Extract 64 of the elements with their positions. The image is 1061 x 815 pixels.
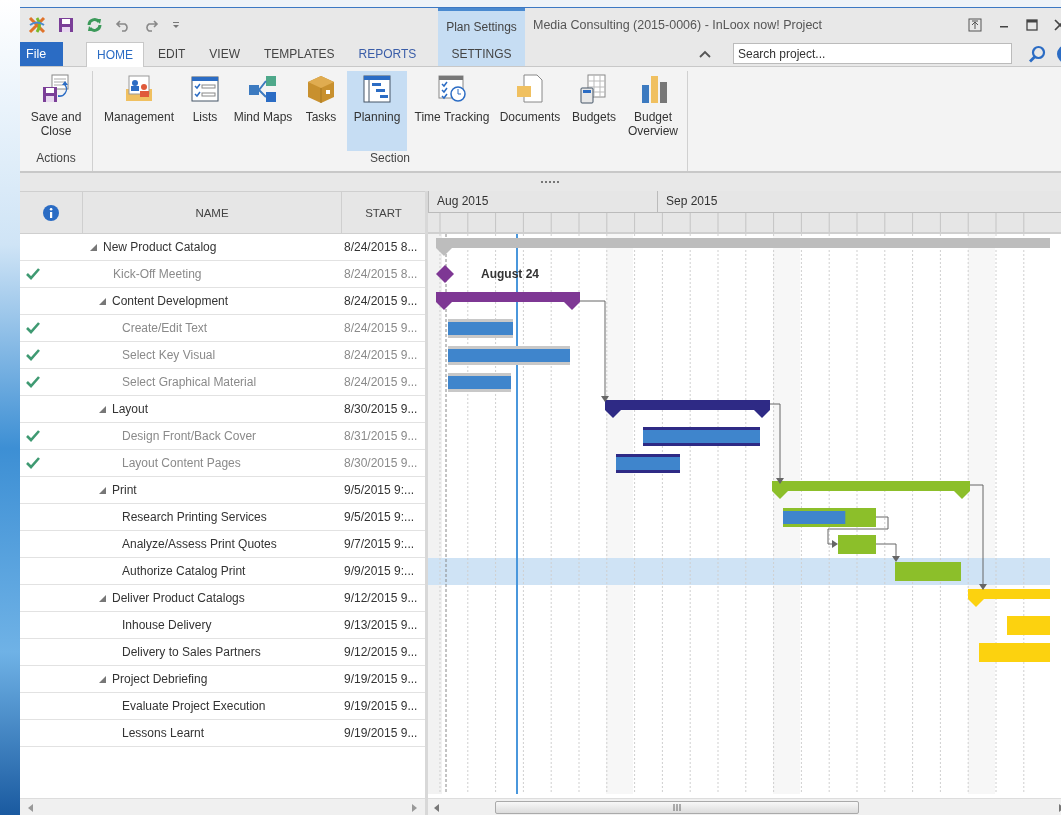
- window-title: Media Consulting (2015-0006) - InLoox now! Project: [533, 18, 824, 32]
- file-tab[interactable]: File: [20, 42, 63, 66]
- start-date: 9/13/2015 9...: [344, 618, 418, 632]
- task-name: Inhouse Delivery: [122, 618, 212, 632]
- ribbon-button[interactable]: Save and Close: [26, 71, 86, 151]
- task-name: Delivery to Sales Partners: [122, 645, 261, 659]
- ribbon-button[interactable]: Mind Maps: [231, 71, 295, 151]
- start-date: 9/7/2015 9:...: [344, 537, 415, 551]
- column-header[interactable]: NAME: [195, 206, 229, 219]
- task-name: Layout: [112, 402, 149, 416]
- task-name: Research Printing Services: [122, 510, 267, 524]
- ribbon-button[interactable]: Planning: [347, 71, 407, 151]
- task-name: Lessons Learnt: [122, 726, 205, 740]
- start-date: 9/12/2015 9...: [344, 591, 418, 605]
- task-name: Content Development: [112, 294, 229, 308]
- task-name: Kick-Off Meeting: [113, 267, 202, 281]
- group-label: Actions: [35, 151, 77, 165]
- start-date: 8/24/2015 8...: [344, 267, 418, 281]
- start-date: 8/24/2015 9...: [344, 294, 418, 308]
- task-name: Create/Edit Text: [122, 321, 208, 335]
- start-date: 9/19/2015 9...: [344, 672, 418, 686]
- search-field[interactable]: Search project...: [733, 43, 1012, 64]
- ribbon-button[interactable]: Budget Overview: [625, 71, 681, 151]
- task-name: Deliver Product Catalogs: [112, 591, 245, 605]
- ribbon-button[interactable]: Lists: [185, 71, 225, 151]
- ribbon-tab[interactable]: TEMPLATES: [254, 42, 345, 66]
- start-date: 9/5/2015 9:...: [344, 510, 415, 524]
- ribbon-tab[interactable]: SETTINGS: [438, 42, 525, 66]
- task-name: Analyze/Assess Print Quotes: [122, 537, 277, 551]
- start-date: 8/24/2015 9...: [344, 321, 418, 335]
- start-date: 9/9/2015 9:...: [344, 564, 415, 578]
- ribbon-tab[interactable]: REPORTS: [348, 42, 427, 66]
- task-name: Evaluate Project Execution: [122, 699, 266, 713]
- ribbon-button[interactable]: Documents: [497, 71, 563, 151]
- month-label: Sep 2015: [666, 194, 718, 209]
- ribbon-button[interactable]: Budgets: [569, 71, 619, 151]
- start-date: 9/19/2015 9...: [344, 699, 418, 713]
- task-name: Design Front/Back Cover: [122, 429, 257, 443]
- start-date: 8/31/2015 9...: [344, 429, 418, 443]
- start-date: 8/24/2015 9...: [344, 348, 418, 362]
- start-date: 8/24/2015 9...: [344, 375, 418, 389]
- task-name: Layout Content Pages: [122, 456, 241, 470]
- month-label: Aug 2015: [437, 194, 489, 209]
- task-name: New Product Catalog: [103, 240, 217, 254]
- task-name: Select Graphical Material: [122, 375, 257, 389]
- start-date: 9/12/2015 9...: [344, 645, 418, 659]
- group-label: Section: [369, 151, 411, 165]
- task-name: Authorize Catalog Print: [122, 564, 246, 578]
- start-date: 9/5/2015 9:...: [344, 483, 415, 497]
- ribbon-button[interactable]: Management: [99, 71, 179, 151]
- start-date: 9/19/2015 9...: [344, 726, 418, 740]
- task-name: Print: [112, 483, 137, 497]
- start-date: 8/30/2015 9...: [344, 402, 418, 416]
- task-name: Project Debriefing: [112, 672, 208, 686]
- ribbon-tab[interactable]: HOME: [86, 42, 144, 67]
- ribbon-tab[interactable]: VIEW: [199, 42, 250, 66]
- ribbon-button[interactable]: Time Tracking: [413, 71, 491, 151]
- ribbon-tab[interactable]: EDIT: [148, 42, 196, 66]
- ribbon-button[interactable]: Tasks: [301, 71, 341, 151]
- contextual-group-label: Plan Settings: [446, 19, 517, 34]
- start-date: 8/24/2015 8...: [344, 240, 418, 254]
- column-header[interactable]: START: [365, 206, 402, 219]
- start-date: 8/30/2015 9...: [344, 456, 418, 470]
- task-name: Select Key Visual: [122, 348, 216, 362]
